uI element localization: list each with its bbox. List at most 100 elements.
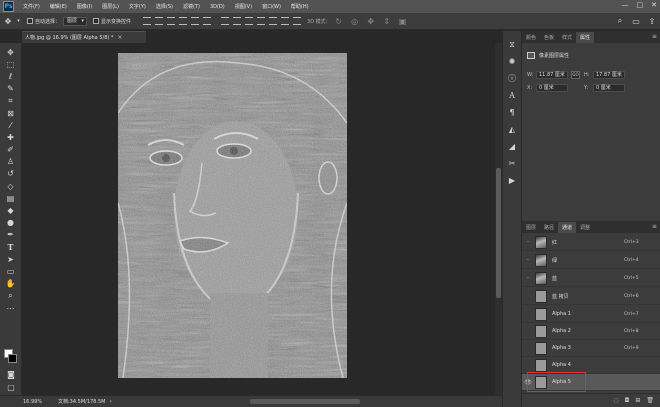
tab-adjustments[interactable]: 调整: [576, 222, 594, 233]
distribute-top-icon[interactable]: [221, 17, 230, 25]
channel-visibility-icon[interactable]: ·: [522, 257, 534, 264]
3d-rotate-icon[interactable]: ↻: [334, 16, 344, 26]
link-proportions-icon[interactable]: GO: [571, 71, 580, 79]
canvas-area[interactable]: [22, 43, 495, 395]
hand-tool-icon[interactable]: ✋: [4, 278, 18, 290]
height-field[interactable]: 17.87 厘米: [593, 71, 625, 79]
align-right-icon[interactable]: [203, 17, 212, 25]
move-tool-icon[interactable]: ✥: [4, 46, 18, 58]
panel-menu-icon[interactable]: ≡: [652, 33, 657, 40]
character-panel-icon[interactable]: A: [505, 88, 519, 103]
tab-paths[interactable]: 路径: [540, 222, 558, 233]
crop-tool-icon[interactable]: ⌗: [4, 95, 18, 107]
tab-layers[interactable]: 图层: [522, 222, 540, 233]
distribute-bottom-icon[interactable]: [245, 17, 254, 25]
close-document-icon[interactable]: ×: [117, 34, 122, 41]
channel-visibility-icon[interactable]: ·: [522, 275, 534, 282]
3d-pan-icon[interactable]: ✥: [366, 16, 376, 26]
search-icon[interactable]: ⌕: [615, 16, 625, 26]
auto-select-checkbox[interactable]: [27, 18, 33, 24]
distribute-left-icon[interactable]: [257, 17, 266, 25]
brush-settings-icon[interactable]: ◭: [505, 122, 519, 137]
align-hcenter-icon[interactable]: [191, 17, 200, 25]
new-channel-icon[interactable]: ⊞: [635, 397, 640, 404]
menu-image[interactable]: 图像(I): [72, 3, 97, 10]
channel-row-blue-copy[interactable]: 蓝 拷贝 Ctrl+6: [522, 288, 660, 305]
dotted-circle-icon[interactable]: ◌: [613, 397, 618, 404]
align-top-icon[interactable]: [143, 17, 152, 25]
portrait-image[interactable]: [118, 53, 347, 378]
dodge-tool-icon[interactable]: ●: [4, 217, 18, 229]
more-tools-icon[interactable]: ⋯: [4, 302, 18, 314]
show-transform-checkbox[interactable]: [93, 18, 100, 24]
x-field[interactable]: 0 厘米: [536, 84, 568, 92]
share-icon[interactable]: ⇪: [647, 16, 657, 26]
brush-tool-icon[interactable]: ✐: [4, 144, 18, 156]
minimize-button[interactable]: —: [622, 1, 629, 9]
menu-select[interactable]: 选择(S): [151, 3, 178, 10]
tab-channels[interactable]: 通道: [558, 222, 577, 233]
distribute-right-icon[interactable]: [281, 17, 290, 25]
brushes-panel-icon[interactable]: ◢: [505, 139, 519, 154]
type-tool-icon[interactable]: T: [4, 241, 18, 253]
workspace-icon[interactable]: ▭: [631, 16, 641, 26]
screen-mode-icon[interactable]: ▢: [4, 381, 18, 393]
eyedropper-tool-icon[interactable]: ⁄: [4, 119, 18, 131]
dropdown-arrow-icon[interactable]: ▾: [16, 16, 21, 26]
tool-presets-icon[interactable]: ✂: [505, 156, 519, 171]
channel-row-blue[interactable]: · 蓝 Ctrl+5: [522, 270, 660, 287]
channel-visibility-icon[interactable]: ·: [522, 239, 534, 246]
quick-mask-icon[interactable]: ◙: [4, 368, 18, 380]
channel-row-red[interactable]: · 红 Ctrl+3: [522, 234, 660, 251]
actions-panel-icon[interactable]: ▶: [505, 173, 519, 188]
gradient-tool-icon[interactable]: ▤: [4, 192, 18, 204]
close-window-button[interactable]: ✕: [651, 1, 657, 9]
menu-window[interactable]: 窗口(W): [257, 3, 286, 10]
quick-select-tool-icon[interactable]: ✎: [4, 83, 18, 95]
3d-roll-icon[interactable]: ◎: [350, 16, 360, 26]
pen-tool-icon[interactable]: ✒: [4, 229, 18, 241]
history-brush-icon[interactable]: ↺: [4, 168, 18, 180]
blur-tool-icon[interactable]: ◆: [4, 204, 18, 216]
menu-type[interactable]: 文字(Y): [124, 3, 151, 10]
menu-file[interactable]: 文件(F): [18, 3, 45, 10]
move-tool-preset-icon[interactable]: ✥: [3, 16, 13, 26]
tab-swatches[interactable]: 色板: [540, 32, 558, 43]
mask-icon[interactable]: ◘: [625, 397, 630, 404]
horizontal-scroll-thumb[interactable]: [250, 399, 360, 404]
tab-color[interactable]: 颜色: [522, 32, 540, 43]
zoom-tool-icon[interactable]: ⌕: [4, 290, 18, 302]
menu-filter[interactable]: 滤镜(T): [178, 3, 205, 10]
eraser-tool-icon[interactable]: ◇: [4, 180, 18, 192]
channel-row-alpha-1[interactable]: Alpha 1 Ctrl+7: [522, 306, 660, 323]
frame-tool-icon[interactable]: ⊠: [4, 107, 18, 119]
lasso-tool-icon[interactable]: ℓ: [4, 70, 18, 82]
trash-icon[interactable]: 🗑: [646, 397, 654, 404]
align-vcenter-icon[interactable]: [155, 17, 164, 25]
clone-stamp-icon[interactable]: ♙: [4, 156, 18, 168]
menu-3d[interactable]: 3D(D): [205, 4, 230, 10]
healing-brush-icon[interactable]: ✚: [4, 131, 18, 143]
history-panel-icon[interactable]: ⧖: [505, 37, 519, 52]
channels-menu-icon[interactable]: ≡: [652, 223, 657, 230]
document-tab[interactable]: 人物.jpg @ 16.9% (图层 Alpha 5/8) * ×: [22, 31, 146, 43]
marquee-tool-icon[interactable]: ⬚: [4, 58, 18, 70]
auto-select-dropdown[interactable]: 图层: [63, 16, 88, 26]
maximize-button[interactable]: □: [637, 1, 644, 9]
menu-edit[interactable]: 编辑(E): [45, 3, 72, 10]
background-color-swatch[interactable]: [8, 354, 17, 363]
align-bottom-icon[interactable]: [167, 17, 176, 25]
tab-styles[interactable]: 样式: [558, 32, 576, 43]
distribute-hcenter-icon[interactable]: [269, 17, 278, 25]
path-select-icon[interactable]: ➤: [4, 253, 18, 265]
zoom-level[interactable]: 16.99%: [23, 399, 58, 405]
adjustments-panel-icon[interactable]: ✺: [505, 54, 519, 69]
channel-row-alpha-3[interactable]: Alpha 3 Ctrl+9: [522, 340, 660, 357]
rectangle-tool-icon[interactable]: ▭: [4, 265, 18, 277]
vertical-scroll-thumb[interactable]: [496, 168, 501, 298]
3d-slide-icon[interactable]: ⇕: [382, 16, 392, 26]
menu-help[interactable]: 帮助(H): [286, 3, 314, 10]
tab-properties[interactable]: 属性: [576, 32, 595, 43]
auto-align-icon[interactable]: [293, 17, 302, 25]
3d-scale-icon[interactable]: ▣: [398, 16, 408, 26]
